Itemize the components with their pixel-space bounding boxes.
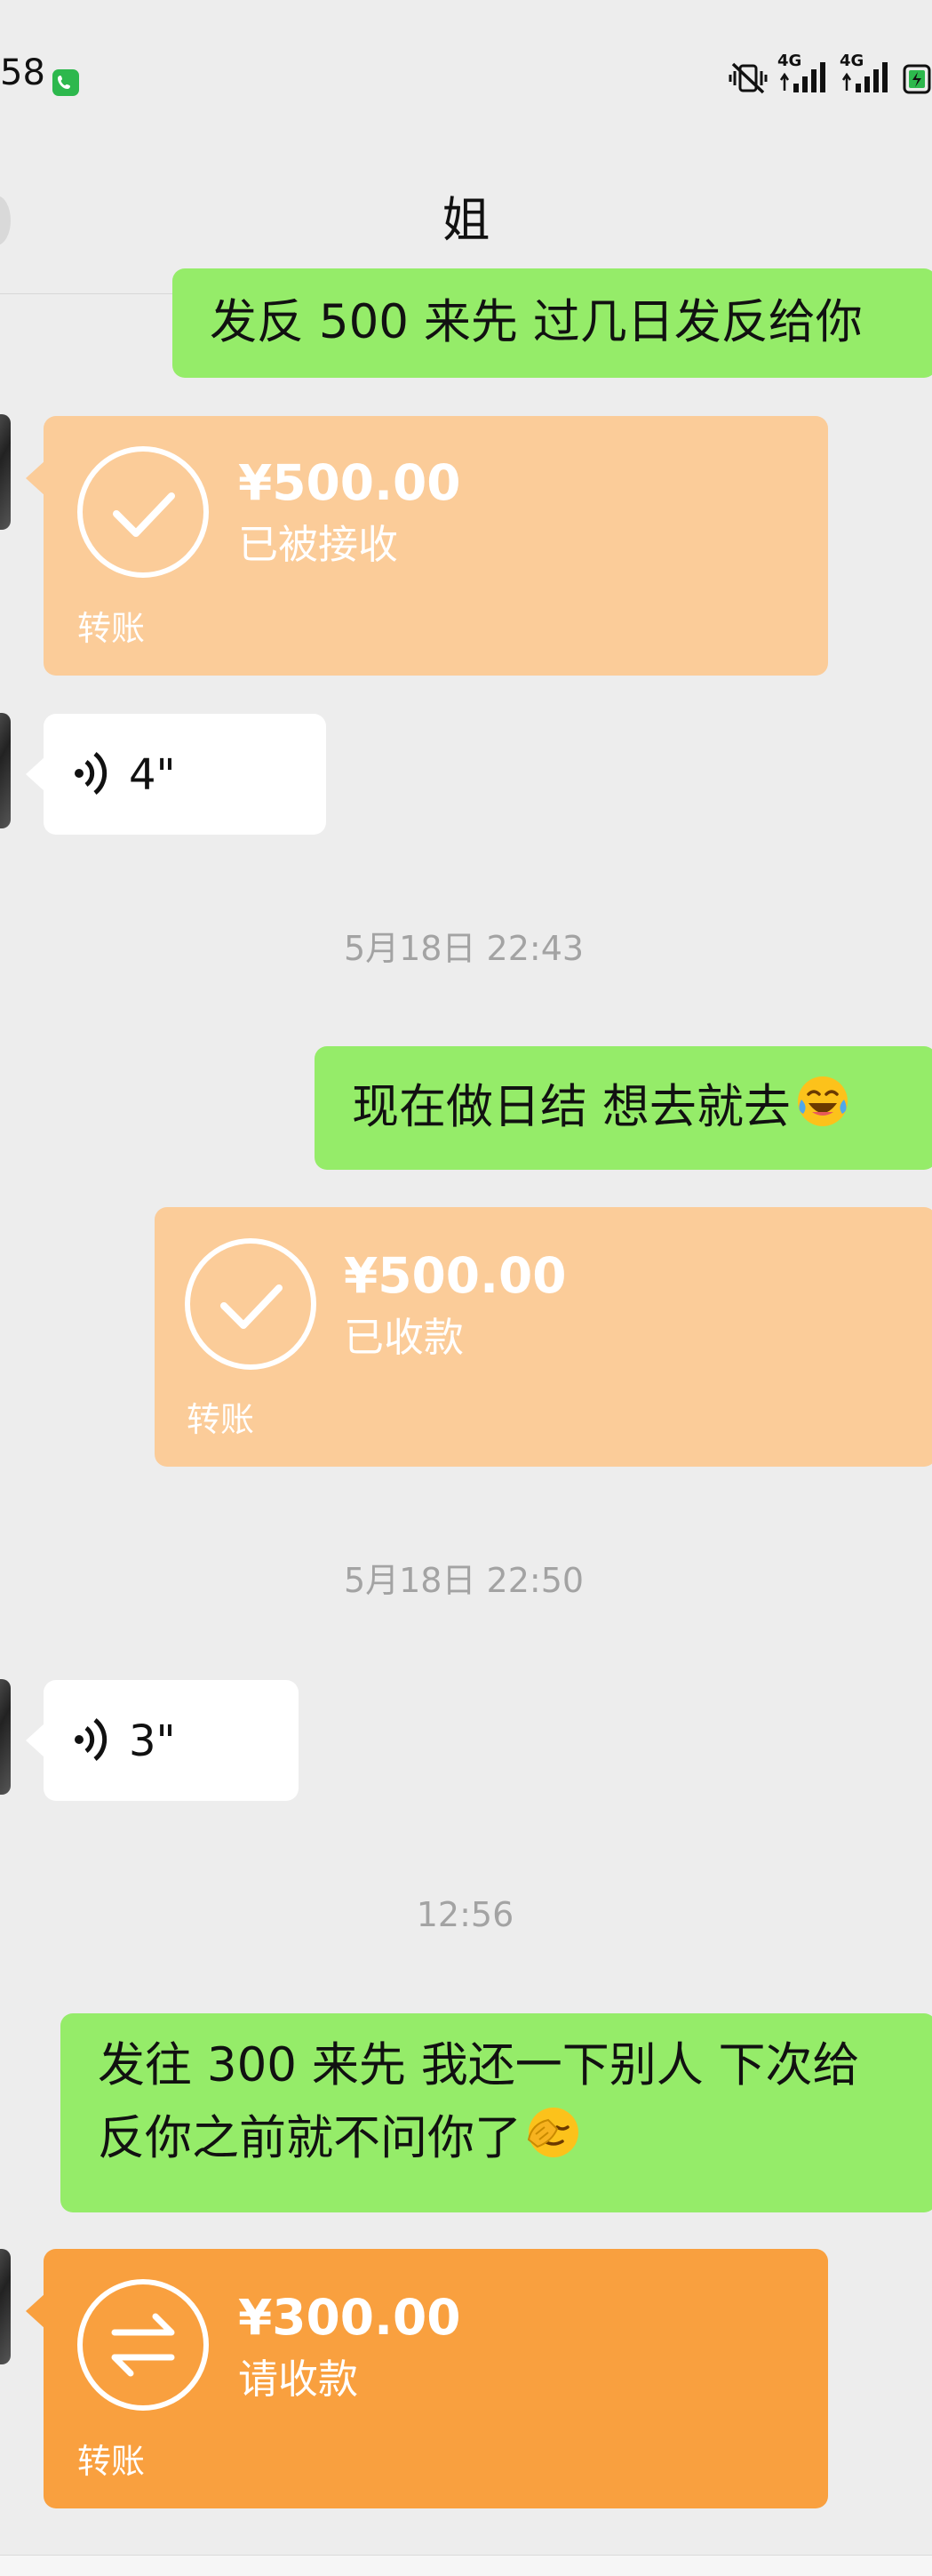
transfer-card[interactable]: ¥500.00 已收款 转账: [155, 1207, 932, 1467]
message-text: 发反 500 来先 过几日发反给你: [210, 295, 863, 349]
network-type-label-2: 4G: [840, 52, 864, 70]
voice-wave-icon: [72, 749, 111, 797]
battery-charging-icon: [902, 60, 932, 96]
contact-avatar[interactable]: [0, 414, 11, 530]
status-icons: 4G 4G: [728, 53, 932, 96]
transfer-label: 转账: [187, 1400, 255, 1439]
transfer-card[interactable]: ¥500.00 已被接收 转账: [26, 416, 828, 676]
voice-duration: 4": [129, 750, 176, 800]
message-text-line-2-row: 反你之前就不问你了: [98, 2102, 932, 2175]
check-circle-icon: [77, 446, 209, 578]
voice-wave-icon: [72, 1716, 111, 1764]
contact-avatar[interactable]: [0, 2249, 11, 2364]
status-bar: 58 4G 4G: [0, 0, 932, 164]
transfer-status: 已收款: [344, 1314, 465, 1361]
transfer-amount: ¥500.00: [344, 1247, 567, 1304]
message-timestamp: 12:56: [416, 1895, 514, 1934]
transfer-request-card[interactable]: ¥300.00 请收款 转账: [26, 2249, 828, 2508]
voice-message[interactable]: 3": [26, 1680, 299, 1801]
message-bubble-own[interactable]: 现在做日结 想去就去: [315, 1046, 932, 1170]
bubble-tail: [26, 2293, 45, 2329]
transfer-label: 转账: [77, 2442, 146, 2481]
face-palm-emoji: [525, 2104, 582, 2161]
bubble-tail: [26, 1723, 45, 1758]
phone-call-icon: [52, 69, 79, 96]
input-bar-edge: [0, 2555, 932, 2576]
message-text: 现在做日结 想去就去: [352, 1080, 791, 1134]
voice-message[interactable]: 4": [26, 714, 326, 835]
transfer-amount: ¥300.00: [238, 2289, 461, 2346]
contact-avatar[interactable]: [0, 1679, 11, 1795]
tears-of-joy-emoji: [794, 1073, 851, 1130]
network-type-label: 4G: [777, 52, 802, 70]
cellular-signal-icon-2: 4G: [840, 53, 893, 96]
message-timestamp: 5月18日 22:50: [343, 1561, 585, 1600]
vibrate-mute-icon: [728, 60, 769, 96]
transfer-status: 已被接收: [238, 521, 399, 568]
message-bubble-own[interactable]: 发反 500 来先 过几日发反给你: [172, 268, 932, 378]
message-text-line-2: 反你之前就不问你了: [98, 2111, 522, 2165]
transfer-label: 转账: [77, 609, 146, 648]
message-text-line-1: 发往 300 来先 我还一下别人 下次给: [98, 2038, 860, 2092]
check-circle-icon: [185, 1238, 316, 1370]
contact-avatar[interactable]: [0, 713, 11, 828]
voice-duration: 3": [129, 1716, 176, 1766]
message-timestamp: 5月18日 22:43: [343, 929, 585, 968]
status-time: 58: [0, 52, 45, 93]
bubble-tail: [26, 460, 45, 496]
transfer-arrows-icon: [77, 2279, 209, 2411]
cellular-signal-icon: 4G: [777, 53, 831, 96]
bubble-tail: [26, 756, 45, 792]
transfer-amount: ¥500.00: [238, 454, 461, 511]
message-bubble-own[interactable]: 发往 300 来先 我还一下别人 下次给 反你之前就不问你了: [60, 2013, 932, 2212]
transfer-status: 请收款: [238, 2356, 359, 2403]
chat-title: 姐: [442, 192, 490, 248]
